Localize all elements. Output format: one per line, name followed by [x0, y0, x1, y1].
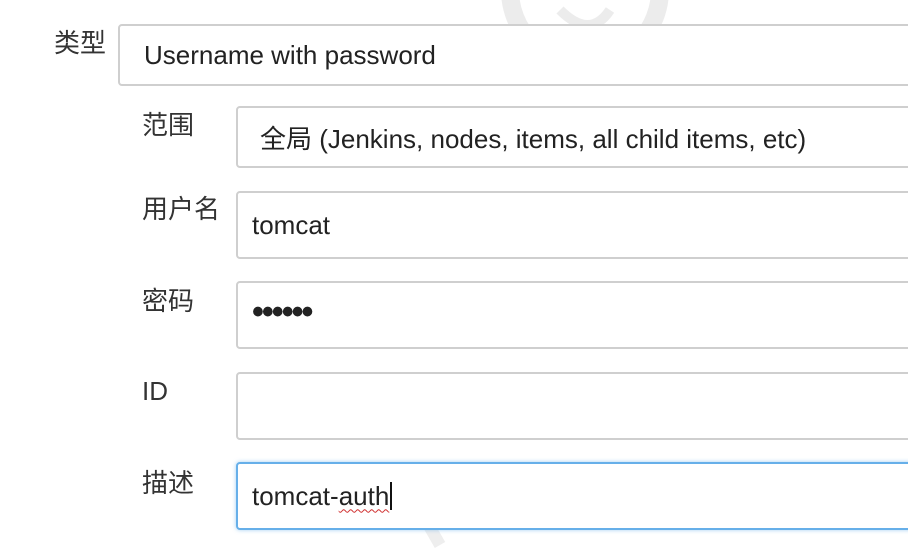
- password-input[interactable]: ••••••: [236, 281, 908, 349]
- kind-label: 类型: [54, 28, 107, 58]
- kind-value: Username with password: [144, 39, 436, 70]
- username-value: tomcat: [252, 209, 331, 240]
- scope-label: 范围: [142, 110, 195, 140]
- scope-select[interactable]: 全局 (Jenkins, nodes, items, all child ite…: [236, 106, 908, 168]
- text-caret: [390, 482, 393, 510]
- description-value-misspelled: auth: [338, 480, 390, 511]
- description-label: 描述: [142, 468, 195, 498]
- scope-value: 全局 (Jenkins, nodes, items, all child ite…: [260, 123, 807, 154]
- username-input[interactable]: tomcat: [236, 191, 908, 259]
- id-label: ID: [142, 376, 168, 406]
- kind-select[interactable]: Username with password: [118, 24, 908, 86]
- description-value-prefix: tomcat-: [252, 480, 339, 511]
- username-label: 用户名: [142, 194, 221, 224]
- password-value: ••••••: [252, 292, 313, 331]
- id-input[interactable]: [236, 372, 908, 440]
- description-input[interactable]: tomcat-auth: [236, 462, 908, 530]
- description-value: tomcat-auth: [252, 481, 389, 512]
- password-label: 密码: [142, 286, 195, 316]
